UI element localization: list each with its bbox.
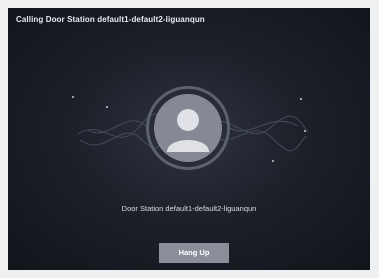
sparkle-dot [272,160,274,162]
sparkle-dot [106,106,108,108]
call-dialog: Calling Door Station default1-default2-l… [8,8,370,270]
sparkle-dot [72,96,74,98]
sparkle-dot [304,130,306,132]
door-station-name: Door Station default1-default2-liguanqun [121,204,257,213]
person-avatar-icon [154,94,222,162]
sparkle-dot [300,98,302,100]
hang-up-button[interactable]: Hang Up [159,243,229,263]
